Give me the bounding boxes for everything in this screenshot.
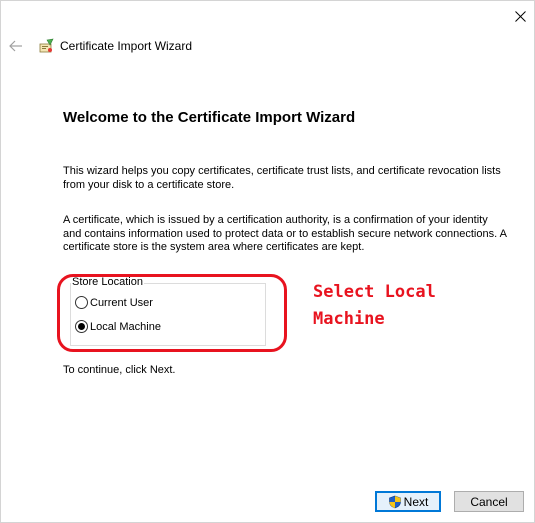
- wizard-title: Certificate Import Wizard: [60, 39, 193, 53]
- back-arrow-icon: [9, 40, 22, 52]
- annotation-text: Select Local Machine: [313, 282, 436, 329]
- wizard-window: Certificate Import Wizard Welcome to the…: [0, 0, 535, 523]
- annotation-highlight-outline: [57, 274, 287, 352]
- intro-paragraph: This wizard helps you copy certificates,…: [63, 165, 501, 191]
- cancel-button[interactable]: Cancel: [454, 491, 524, 512]
- next-button[interactable]: Next: [375, 491, 441, 512]
- uac-shield-icon: [388, 495, 401, 508]
- certificate-wizard-icon: [39, 38, 54, 53]
- certificate-description-paragraph: A certificate, which is issued by a cert…: [63, 214, 507, 253]
- next-button-label: Next: [403, 494, 429, 509]
- page-heading: Welcome to the Certificate Import Wizard: [63, 109, 356, 126]
- close-button[interactable]: [505, 1, 535, 31]
- back-button[interactable]: [7, 37, 25, 55]
- continue-instruction: To continue, click Next.: [63, 364, 176, 376]
- close-icon: [514, 10, 526, 22]
- cancel-button-label: Cancel: [470, 494, 508, 509]
